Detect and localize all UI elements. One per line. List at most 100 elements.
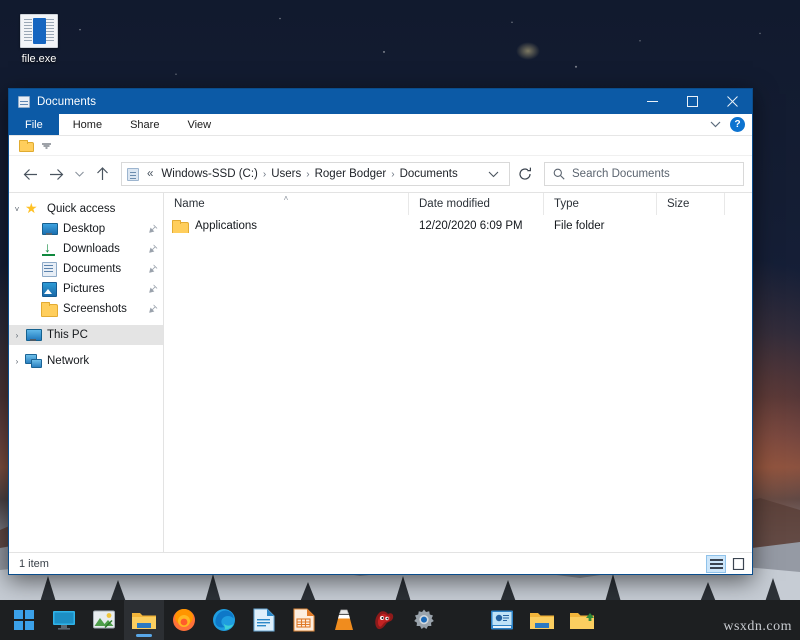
sidebar-item-label: This PC	[47, 329, 157, 341]
writer-button[interactable]	[244, 600, 284, 640]
window-controls[interactable]	[632, 89, 752, 114]
taskbar[interactable]: wsxdn.com	[0, 600, 800, 640]
expander-icon[interactable]: ›	[9, 331, 25, 340]
start-button[interactable]	[4, 600, 44, 640]
desktop-icon	[41, 222, 57, 236]
pin-icon[interactable]	[146, 303, 159, 316]
vlc-button[interactable]	[324, 600, 364, 640]
sidebar-item-this-pc[interactable]: › This PC	[9, 325, 163, 345]
tab-home[interactable]: Home	[59, 114, 116, 135]
gimp-button[interactable]	[364, 600, 404, 640]
breadcrumb[interactable]: « Windows-SSD (C:) › Users › Roger Bodge…	[121, 162, 510, 186]
large-icons-view-icon[interactable]	[728, 555, 748, 573]
network-app-button[interactable]	[482, 600, 522, 640]
sidebar-item-label: Quick access	[47, 203, 157, 215]
sidebar-item-label: Downloads	[63, 243, 148, 255]
file-name-label: Applications	[195, 220, 257, 232]
edge-button[interactable]	[204, 600, 244, 640]
chevron-down-icon[interactable]	[42, 143, 51, 149]
star-icon	[25, 202, 41, 216]
breadcrumb-segment-drive[interactable]: Windows-SSD (C:)	[157, 168, 261, 180]
arrow-right-icon[interactable]	[43, 161, 69, 187]
sidebar-item-label: Pictures	[63, 283, 148, 295]
watermark: wsxdn.com	[723, 619, 792, 635]
sidebar-item-desktop[interactable]: Desktop	[9, 219, 163, 239]
table-row[interactable]: Applications 12/20/2020 6:09 PM File fol…	[164, 215, 752, 237]
chevron-down-icon[interactable]	[482, 171, 505, 178]
file-rows[interactable]: Applications 12/20/2020 6:09 PM File fol…	[164, 215, 752, 552]
recent-locations-icon[interactable]	[69, 161, 89, 187]
column-header-label: Type	[554, 198, 579, 210]
details-view-icon[interactable]	[706, 555, 726, 573]
image-viewer-button[interactable]	[84, 600, 124, 640]
window-title-bar[interactable]: Documents	[9, 89, 752, 114]
sidebar-item-downloads[interactable]: Downloads	[9, 239, 163, 259]
arrow-up-icon[interactable]	[89, 161, 115, 187]
display-settings-button[interactable]	[44, 600, 84, 640]
address-bar[interactable]: « Windows-SSD (C:) › Users › Roger Bodge…	[9, 156, 752, 192]
calc-button[interactable]	[284, 600, 324, 640]
cell-name[interactable]: Applications	[164, 220, 409, 233]
sidebar-item-quick-access[interactable]: ˅ Quick access	[9, 199, 163, 219]
cell-type: File folder	[544, 220, 657, 232]
sky-glow	[516, 42, 540, 60]
documents-icon	[41, 262, 57, 276]
folder-icon[interactable]	[19, 140, 34, 152]
quick-access-toolbar[interactable]	[9, 136, 752, 156]
sidebar-item-network[interactable]: › Network	[9, 351, 163, 371]
column-header-type[interactable]: Type	[544, 193, 657, 215]
file-explorer-window[interactable]: Documents File Home Share View	[8, 88, 753, 575]
breadcrumb-segment-user[interactable]: Roger Bodger	[311, 168, 391, 180]
desktop[interactable]: file.exe Documents File Home Share	[0, 0, 800, 640]
column-header-date-modified[interactable]: Date modified	[409, 193, 544, 215]
breadcrumb-segment-users[interactable]: Users	[267, 168, 305, 180]
minimize-icon[interactable]	[632, 89, 672, 114]
arrow-left-icon[interactable]	[17, 161, 43, 187]
column-header-size[interactable]: Size	[657, 193, 725, 215]
desktop-icon-file-exe[interactable]: file.exe	[6, 14, 72, 66]
expander-icon[interactable]: ˅	[9, 205, 25, 214]
pin-icon[interactable]	[146, 243, 159, 256]
pin-icon[interactable]	[146, 223, 159, 236]
refresh-icon[interactable]	[512, 161, 538, 187]
tab-file[interactable]: File	[9, 114, 59, 135]
close-icon[interactable]	[712, 89, 752, 114]
breadcrumb-segment-documents[interactable]: Documents	[396, 168, 462, 180]
firefox-button[interactable]	[164, 600, 204, 640]
network-icon	[25, 354, 41, 368]
breadcrumb-segments[interactable]: « Windows-SSD (C:) › Users › Roger Bodge…	[145, 168, 482, 180]
item-count-label: 1 item	[19, 558, 49, 570]
file-explorer-button[interactable]	[124, 600, 164, 640]
column-header-name[interactable]: ˄ Name	[164, 193, 409, 215]
file-icon-chip	[33, 18, 46, 44]
folder-button[interactable]	[522, 600, 562, 640]
search-input[interactable]: Search Documents	[544, 162, 744, 186]
file-list[interactable]: ˄ Name Date modified Type Size	[164, 193, 752, 552]
help-icon[interactable]: ?	[730, 117, 745, 132]
column-headers[interactable]: ˄ Name Date modified Type Size	[164, 193, 752, 215]
breadcrumb-overflow[interactable]: «	[145, 168, 157, 180]
sidebar-item-label: Screenshots	[63, 303, 148, 315]
sidebar-item-pictures[interactable]: Pictures	[9, 279, 163, 299]
ribbon-spacer	[225, 114, 701, 135]
navigation-pane[interactable]: ˅ Quick access Desktop Downloads	[9, 193, 164, 552]
application-file-icon	[20, 14, 58, 48]
sidebar-item-label: Network	[47, 355, 157, 367]
documents-folder-icon	[127, 168, 139, 181]
expander-icon[interactable]: ›	[9, 357, 25, 366]
sidebar-item-documents[interactable]: Documents	[9, 259, 163, 279]
search-placeholder: Search Documents	[572, 168, 670, 180]
tab-view[interactable]: View	[173, 114, 225, 135]
maximize-icon[interactable]	[672, 89, 712, 114]
upload-folder-button[interactable]	[562, 600, 602, 640]
ribbon-tab-bar[interactable]: File Home Share View ?	[9, 114, 752, 136]
pin-icon[interactable]	[146, 283, 159, 296]
search-icon	[553, 168, 565, 180]
window-body: ˅ Quick access Desktop Downloads	[9, 192, 752, 552]
tab-share[interactable]: Share	[116, 114, 173, 135]
sidebar-item-screenshots[interactable]: Screenshots	[9, 299, 163, 319]
chevron-down-icon[interactable]	[701, 114, 730, 135]
column-header-label: Name	[174, 198, 205, 210]
settings-button[interactable]	[404, 600, 444, 640]
pin-icon[interactable]	[146, 263, 159, 276]
